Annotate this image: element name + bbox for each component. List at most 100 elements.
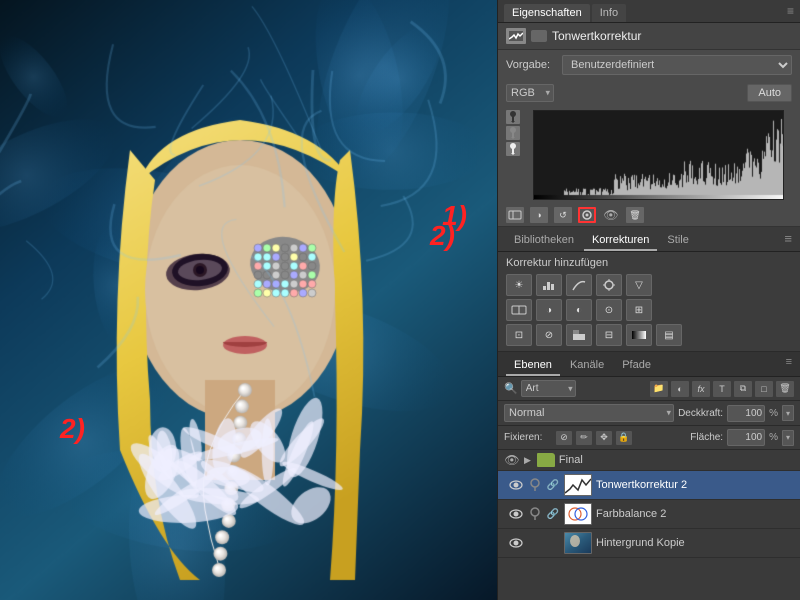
korrektur-row-2: ◑ ◐ ⊙ ⊞ [506,299,792,321]
histogram-display [533,110,784,200]
fx-btn[interactable]: fx [692,381,710,397]
layer-visibility-hintergrundkopie[interactable] [508,536,524,550]
visibility-toggle[interactable]: 👁 [602,208,620,222]
k-icon-blackwhite[interactable]: ◐ [566,299,592,321]
layer-chain-farbbalance2: 🔗 [546,507,560,521]
tab-ebenen[interactable]: Ebenen [506,356,560,376]
vorgabe-select[interactable]: Benutzerdefiniert [562,55,792,75]
deckkraft-percent: % [769,408,778,419]
korrektur-row-3: ⊡ ⊘ ⊟ ▤ [506,324,792,346]
group-arrow-final: ▶ [524,455,531,466]
histogram-bottom-bar: ◑ ↺ 👁 🗑 [498,204,800,227]
k-icon-levels[interactable] [536,274,562,296]
layer-link-farbbalance2[interactable] [528,507,542,521]
eigenschaften-section: Tonwertkorrektur Vorgabe: Benutzerdefini… [498,23,800,227]
deckkraft-arrow[interactable]: ▾ [782,405,794,421]
layer-list: 👁 ▶ Final [498,450,800,600]
rgb-select[interactable]: RGB [506,84,554,102]
ebenen-panel-menu[interactable]: ≡ [786,356,792,376]
layer-name-farbbalance2: Farbbalance 2 [596,508,794,520]
layer-link-tonwertkorrektur2[interactable] [528,478,542,492]
flaeche-arrow[interactable]: ▾ [782,430,794,446]
k-icon-threshold[interactable]: ⊟ [596,324,622,346]
eyedropper-highlights[interactable] [506,142,520,156]
flaeche-input[interactable] [727,429,765,446]
blend-mode-wrap: Normal [504,404,674,422]
tab-info[interactable]: Info [592,4,626,22]
layer-name-tonwertkorrektur2: Tonwertkorrektur 2 [596,479,794,491]
photo-canvas-element [0,0,497,600]
layer-visibility-farbbalance2[interactable] [508,507,524,521]
mask-btn[interactable]: ◑ [530,207,548,223]
search-icon: 🔍 [504,382,518,395]
deckkraft-label: Deckkraft: [678,408,723,419]
korrektur-title: Korrektur hinzufügen [506,257,792,269]
flaeche-percent: % [769,432,778,443]
layer-visibility-tonwertkorrektur2[interactable] [508,478,524,492]
properties-tabs: Eigenschaften Info ≡ [498,0,800,23]
k-icon-phfilter[interactable]: ⊙ [596,299,622,321]
clone-btn[interactable]: ⧉ [734,381,752,397]
layer-chain-hintergrundkopie [546,536,560,550]
bks-panel-menu[interactable]: ≡ [784,231,792,251]
layer-row-tonwertkorrektur2[interactable]: 🔗 Tonwertkorrektur 2 [498,471,800,500]
panel-menu-icon[interactable]: ≡ [787,4,794,22]
ebenen-section: Ebenen Kanäle Pfade ≡ 🔍 Art 📁 ◐ fx T ⧉ □… [498,352,800,600]
trash-btn[interactable]: 🗑 [626,207,644,223]
k-icon-colorbalance[interactable]: ◑ [536,299,562,321]
k-icon-gradientmap[interactable] [626,324,652,346]
histogram-tools [506,106,521,204]
refresh-btn[interactable]: ↺ [554,207,572,223]
art-select[interactable]: Art [521,380,576,397]
fix-all[interactable]: 🔒 [616,431,632,445]
tab-eigenschaften[interactable]: Eigenschaften [504,4,590,22]
photo-canvas: 1) 2) 2) [0,0,497,600]
k-icon-brightness[interactable]: ☀ [506,274,532,296]
clip-shadows-btn[interactable] [506,207,524,223]
k-icon-invert[interactable]: ⊘ [536,324,562,346]
layer-thumb-tonwertkorrektur2 [564,474,592,496]
k-icon-vibrance[interactable]: ▽ [626,274,652,296]
k-icon-exposure[interactable] [596,274,622,296]
fix-paint[interactable]: ✏ [576,431,592,445]
k-icon-hue[interactable] [506,299,532,321]
tab-bibliotheken[interactable]: Bibliotheken [506,231,582,251]
annotation-2-top: 2) [430,220,455,252]
tab-korrekturen[interactable]: Korrekturen [584,231,657,251]
eyedropper-midtones[interactable] [506,126,520,140]
new-group-btn[interactable]: 📁 [650,381,668,397]
trash-layer-btn[interactable]: 🗑 [776,381,794,397]
blend-mode-select[interactable]: Normal [504,404,674,422]
vorgabe-row: Vorgabe: Benutzerdefiniert [498,50,800,80]
histogram-wrap [498,106,800,204]
fixieren-row: Fixieren: ⊘ ✏ ✥ 🔒 Fläche: % ▾ [498,426,800,450]
target-btn[interactable] [578,207,596,223]
k-icon-selectivecolor[interactable]: ▤ [656,324,682,346]
bks-tabs: Bibliotheken Korrekturen Stile ≡ [498,227,800,252]
adjustment-layer-btn[interactable]: ◐ [671,381,689,397]
eyedropper-shadows[interactable] [506,110,520,124]
deckkraft-input[interactable] [727,405,765,422]
k-icon-colorlookup[interactable]: ⊡ [506,324,532,346]
k-icon-posterize[interactable] [566,324,592,346]
flaeche-label: Fläche: [690,432,723,443]
k-icon-curves[interactable] [566,274,592,296]
new-layer-btn[interactable]: □ [755,381,773,397]
tab-pfade[interactable]: Pfade [614,356,659,376]
tab-stile[interactable]: Stile [659,231,696,251]
auto-button[interactable]: Auto [747,84,792,102]
fix-move[interactable]: ✥ [596,431,612,445]
fix-transparency[interactable]: ⊘ [556,431,572,445]
layer-row-hintergrundkopie[interactable]: Hintergrund Kopie [498,529,800,558]
layer-visibility-final[interactable]: 👁 [504,453,520,467]
korrektur-row-1: ☀ ▽ [506,274,792,296]
layer-thumb-hintergrundkopie [564,532,592,554]
layer-group-final[interactable]: 👁 ▶ Final [498,450,800,471]
layer-row-farbbalance2[interactable]: 🔗 Farbbalance 2 [498,500,800,529]
layer-name-final: Final [559,454,794,466]
text-btn[interactable]: T [713,381,731,397]
k-icon-channelmixer[interactable]: ⊞ [626,299,652,321]
adjustment-icon [506,28,526,44]
visibility-icon[interactable] [531,30,547,42]
tab-kanaele[interactable]: Kanäle [562,356,612,376]
